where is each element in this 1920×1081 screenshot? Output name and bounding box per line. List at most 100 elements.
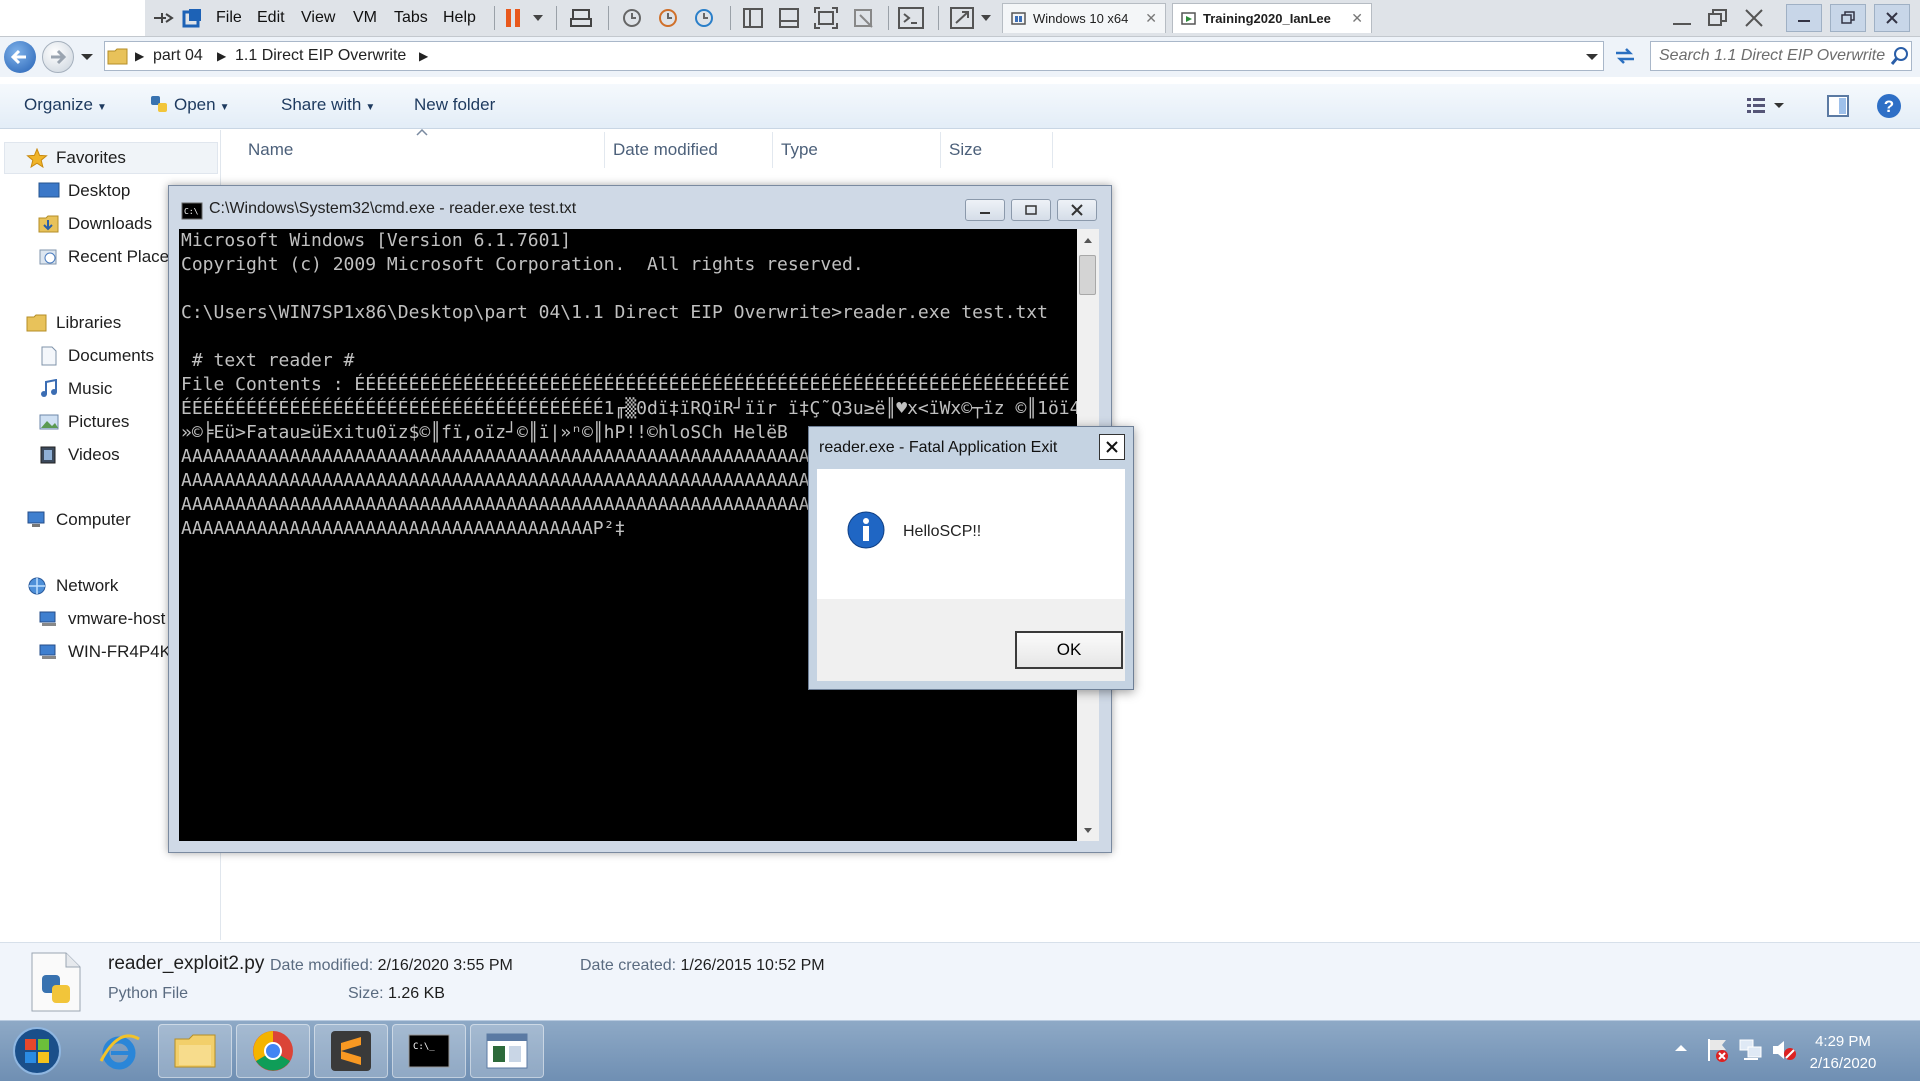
- system-clock[interactable]: 4:29 PM 2/16/2020: [1768, 1031, 1918, 1075]
- snapshot-manager-icon[interactable]: [692, 6, 716, 30]
- minimize-button[interactable]: [1786, 4, 1822, 32]
- view-options-icon[interactable]: [1746, 96, 1786, 116]
- chevron-down-icon[interactable]: [532, 6, 544, 30]
- nav-documents[interactable]: Documents: [38, 343, 154, 369]
- nav-vmware-host[interactable]: vmware-host: [38, 606, 165, 632]
- thumbnail-view-icon[interactable]: [778, 6, 800, 30]
- start-button[interactable]: [2, 1024, 72, 1078]
- nav-pictures[interactable]: Pictures: [38, 409, 129, 435]
- sort-arrow-icon: [416, 129, 428, 136]
- breadcrumb[interactable]: ▶ part 04 ▶ 1.1 Direct EIP Overwrite ▶: [104, 41, 1604, 71]
- nav-desktop[interactable]: Desktop: [38, 178, 130, 204]
- pin-icon[interactable]: [152, 6, 174, 30]
- pause-icon[interactable]: [504, 6, 524, 30]
- details-filetype: Python File: [108, 985, 189, 1002]
- stretch-icon[interactable]: [950, 6, 974, 30]
- nav-label: Downloads: [68, 214, 153, 233]
- ok-button[interactable]: OK: [1015, 631, 1123, 669]
- scroll-down-icon[interactable]: [1083, 827, 1093, 834]
- scroll-thumb[interactable]: [1079, 255, 1096, 295]
- search-icon[interactable]: [1890, 46, 1910, 66]
- menu-vm[interactable]: VM: [353, 6, 377, 30]
- nav-label: Favorites: [56, 148, 126, 167]
- column-header-size[interactable]: Size: [949, 140, 982, 160]
- nav-libraries[interactable]: Libraries: [26, 310, 121, 336]
- organize-button[interactable]: Organize ▼: [24, 95, 107, 115]
- back-button[interactable]: [4, 41, 36, 73]
- fullscreen-icon[interactable]: [814, 6, 838, 30]
- guest-minimize-icon[interactable]: [1664, 4, 1700, 32]
- snapshot-icon[interactable]: [620, 6, 644, 30]
- sidebar-view-icon[interactable]: [742, 6, 764, 30]
- recent-pages-icon[interactable]: [80, 52, 94, 62]
- guest-restore-icon[interactable]: [1700, 4, 1736, 32]
- chevron-down-icon[interactable]: [980, 6, 992, 30]
- cmd-minimize-button[interactable]: [965, 199, 1005, 221]
- unity-icon[interactable]: [852, 6, 876, 30]
- cmd-maximize-button[interactable]: [1011, 199, 1051, 221]
- fatal-exit-dialog[interactable]: reader.exe - Fatal Application Exit Hell…: [808, 426, 1134, 690]
- breadcrumb-part04[interactable]: part 04: [153, 47, 203, 65]
- column-header-date-modified[interactable]: Date modified: [613, 140, 718, 160]
- close-icon[interactable]: ✕: [1351, 10, 1363, 27]
- maximize-button[interactable]: [1830, 4, 1866, 32]
- dialog-close-button[interactable]: [1099, 434, 1125, 460]
- close-button[interactable]: [1874, 4, 1910, 32]
- column-separator[interactable]: [940, 132, 941, 168]
- guest-close-icon[interactable]: [1736, 4, 1772, 32]
- breadcrumb-arrow-icon[interactable]: ▶: [217, 49, 226, 63]
- close-icon[interactable]: ✕: [1145, 10, 1157, 27]
- nav-computer[interactable]: Computer: [26, 507, 131, 533]
- menu-view[interactable]: View: [301, 6, 335, 30]
- nav-win-host[interactable]: WIN-FR4P4KA: [38, 639, 182, 665]
- share-with-button[interactable]: Share with ▼: [281, 95, 375, 115]
- search-input[interactable]: Search 1.1 Direct EIP Overwrite: [1650, 41, 1912, 71]
- address-dropdown-icon[interactable]: [1585, 52, 1599, 62]
- column-header-name[interactable]: Name: [248, 140, 293, 160]
- nav-favorites[interactable]: Favorites: [26, 145, 126, 171]
- console-line: Microsoft Windows [Version 6.1.7601]: [181, 230, 572, 251]
- revert-snapshot-icon[interactable]: [656, 6, 680, 30]
- nav-network[interactable]: Network: [26, 573, 118, 599]
- new-folder-button[interactable]: New folder: [414, 95, 495, 115]
- cmd-taskbar-icon[interactable]: C:\_: [392, 1024, 466, 1078]
- vmware-logo-icon[interactable]: [182, 6, 204, 30]
- breadcrumb-arrow-icon[interactable]: ▶: [135, 49, 144, 63]
- nav-downloads[interactable]: Downloads: [38, 211, 152, 237]
- breadcrumb-arrow-icon[interactable]: ▶: [419, 49, 428, 63]
- refresh-icon[interactable]: [1612, 45, 1638, 67]
- menu-tabs[interactable]: Tabs: [394, 6, 428, 30]
- file-explorer-icon[interactable]: [158, 1024, 232, 1078]
- cmd-close-button[interactable]: [1057, 199, 1097, 221]
- network-tray-icon[interactable]: [1738, 1037, 1764, 1063]
- column-separator[interactable]: [1052, 132, 1053, 168]
- show-hidden-icons[interactable]: [1674, 1043, 1688, 1053]
- forward-button[interactable]: [42, 41, 74, 73]
- nav-label: vmware-host: [68, 609, 166, 628]
- menu-help[interactable]: Help: [443, 6, 476, 30]
- internet-explorer-icon[interactable]: [82, 1024, 156, 1078]
- menu-file[interactable]: File: [216, 6, 242, 30]
- menu-edit[interactable]: Edit: [257, 6, 285, 30]
- details-size: 1.26 KB: [388, 985, 445, 1002]
- error-dialog-taskbar-icon[interactable]: [470, 1024, 544, 1078]
- chrome-icon[interactable]: [236, 1024, 310, 1078]
- column-separator[interactable]: [772, 132, 773, 168]
- sublime-text-icon[interactable]: [314, 1024, 388, 1078]
- scroll-up-icon[interactable]: [1083, 237, 1093, 244]
- action-center-icon[interactable]: [1706, 1037, 1730, 1063]
- nav-music[interactable]: Music: [38, 376, 112, 402]
- help-icon[interactable]: ?: [1876, 93, 1902, 119]
- desktop-icon: [38, 182, 60, 198]
- preview-pane-icon[interactable]: [1826, 94, 1850, 118]
- open-button[interactable]: Open ▼: [150, 95, 230, 115]
- nav-recent-places[interactable]: Recent Places: [38, 244, 178, 270]
- send-keys-icon[interactable]: [570, 6, 594, 30]
- console-view-icon[interactable]: [898, 6, 924, 30]
- nav-videos[interactable]: Videos: [38, 442, 120, 468]
- tab-windows-10[interactable]: Windows 10 x64 ✕: [1002, 3, 1166, 33]
- tab-training2020[interactable]: Training2020_IanLee ✕: [1172, 3, 1372, 33]
- column-separator[interactable]: [604, 132, 605, 168]
- column-header-type[interactable]: Type: [781, 140, 818, 160]
- breadcrumb-current-folder[interactable]: 1.1 Direct EIP Overwrite: [235, 47, 406, 65]
